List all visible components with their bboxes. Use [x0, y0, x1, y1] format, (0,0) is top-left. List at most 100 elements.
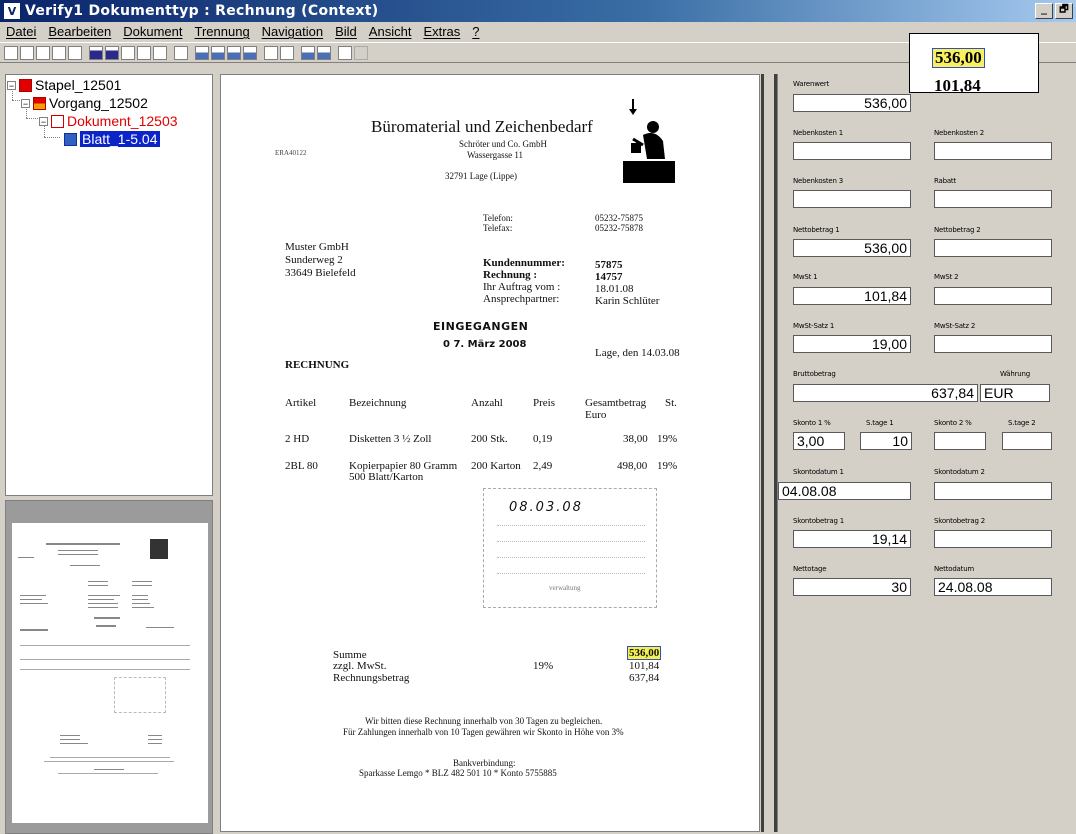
doc-stamp-date: 0 7. März 2008 — [443, 339, 527, 350]
input-netto1[interactable]: 536,00 — [793, 239, 911, 257]
input-mwst2[interactable] — [934, 287, 1052, 305]
toolbar-doc-icon[interactable] — [121, 45, 135, 60]
toolbar-arrow-icon[interactable] — [354, 45, 368, 60]
tree-node-blatt[interactable]: Blatt_1-5.04 — [64, 131, 160, 147]
toolbar-layout1-icon[interactable] — [264, 45, 278, 60]
toolbar-list-icon[interactable] — [20, 45, 34, 60]
doc-footer-2: Für Zahlungen innerhalb von 10 Tagen gew… — [343, 727, 624, 737]
doc-mwst-pct: 19% — [533, 660, 554, 672]
input-nebenkosten2[interactable] — [934, 142, 1052, 160]
label-skontodatum1: Skontodatum 1 — [793, 468, 844, 476]
window-title: Verify1 Dokumenttyp : Rechnung (Context) — [25, 3, 379, 19]
toolbar-copy-icon[interactable] — [89, 45, 103, 60]
input-nettodatum[interactable]: 24.08.08 — [934, 578, 1052, 596]
doc-bank-label: Bankverbindung: — [453, 758, 516, 768]
input-brutto[interactable]: 637,84 — [793, 384, 978, 402]
toolbar-layout2-icon[interactable] — [280, 45, 294, 60]
toolbar-scan-icon[interactable] — [338, 45, 352, 60]
menu-bild[interactable]: Bild — [329, 24, 363, 39]
label-nettodatum: Nettodatum — [934, 565, 975, 573]
menu-navigation[interactable]: Navigation — [256, 24, 329, 39]
doc-row1-st: 19% — [657, 433, 678, 445]
input-nebenkosten3[interactable] — [793, 190, 911, 208]
label-nettotage: Nettotage — [793, 565, 827, 573]
input-mwstsatz2[interactable] — [934, 335, 1052, 353]
toolbar-view1-icon[interactable] — [301, 45, 315, 60]
toolbar-doc3-icon[interactable] — [153, 45, 167, 60]
input-skontodatum2[interactable] — [934, 482, 1052, 500]
folder-icon — [33, 96, 46, 110]
input-nebenkosten1[interactable] — [793, 142, 911, 160]
doc-telefon-label: Telefon: — [483, 213, 513, 223]
menu-datei[interactable]: Datei — [0, 24, 42, 39]
doc-row1-bez: Disketten 3 ½ Zoll — [349, 433, 432, 445]
input-mwst1[interactable]: 101,84 — [793, 287, 911, 305]
toolbar-view2-icon[interactable] — [317, 45, 331, 60]
tree-node-dokument[interactable]: − Dokument_12503 — [39, 113, 178, 129]
input-skontobetrag2[interactable] — [934, 530, 1052, 548]
menu-ansicht[interactable]: Ansicht — [363, 24, 418, 39]
doc-footer-1: Wir bitten diese Rechnung innerhalb von … — [365, 716, 603, 726]
splitter-line — [761, 74, 764, 832]
input-warenwert[interactable]: 536,00 — [793, 94, 911, 112]
doc-row1-artikel: 2 HD — [285, 433, 310, 445]
label-brutto: Bruttobetrag — [793, 370, 836, 378]
toolbar-frame-icon[interactable] — [174, 45, 188, 60]
collapse-icon[interactable]: − — [7, 80, 16, 90]
minimize-button[interactable]: _ — [1035, 3, 1053, 19]
toolbar-fit-width-icon[interactable] — [243, 45, 257, 60]
label-skontodatum2: Skontodatum 2 — [934, 468, 985, 476]
tree-label-stapel: Stapel_12501 — [35, 77, 122, 93]
zoom-value: 536,00 — [932, 48, 985, 68]
input-skonto2[interactable] — [934, 432, 986, 450]
collapse-icon[interactable]: − — [39, 116, 48, 126]
page-thumbnail[interactable] — [12, 523, 208, 823]
tree-node-vorgang[interactable]: − Vorgang_12502 — [21, 95, 148, 111]
input-waehrung[interactable]: EUR — [980, 384, 1050, 402]
menu-help[interactable]: ? — [466, 24, 485, 39]
restore-button[interactable]: 🗗 — [1055, 3, 1073, 19]
doc-row2-preis: 2,49 — [533, 460, 553, 472]
tree-node-stapel[interactable]: − Stapel_12501 — [7, 77, 121, 93]
menu-dokument[interactable]: Dokument — [117, 24, 188, 39]
zoom-preview: 536,00 101,84 — [909, 33, 1039, 93]
input-netto2[interactable] — [934, 239, 1052, 257]
toolbar-doc2-icon[interactable] — [137, 45, 151, 60]
toolbar-split-icon[interactable] — [36, 45, 50, 60]
index-form: Warenwert 536,00 Nebenkosten 1 Nebenkost… — [777, 74, 1076, 832]
input-skontobetrag1[interactable]: 19,14 — [793, 530, 911, 548]
toolbar-page-icon[interactable] — [4, 45, 18, 60]
menu-bearbeiten[interactable]: Bearbeiten — [42, 24, 117, 39]
input-skonto1[interactable]: 3,00 — [793, 432, 845, 450]
doc-col-preis: Preis — [533, 397, 555, 409]
menu-extras[interactable]: Extras — [417, 24, 466, 39]
doc-kunde: 57875 — [595, 259, 623, 271]
doc-recipient-1: Muster GmbH — [285, 241, 349, 253]
doc-city: 32791 Lage (Lippe) — [445, 171, 517, 181]
toolbar-merge-icon[interactable] — [52, 45, 66, 60]
title-bar: V Verify1 Dokumenttyp : Rechnung (Contex… — [0, 0, 1076, 22]
doc-col-artikel: Artikel — [285, 397, 317, 409]
menu-trennung[interactable]: Trennung — [189, 24, 256, 39]
input-rabatt[interactable] — [934, 190, 1052, 208]
doc-company: Büromaterial und Zeichenbedarf — [371, 117, 593, 136]
input-mwstsatz1[interactable]: 19,00 — [793, 335, 911, 353]
toolbar-zoom-out-icon[interactable] — [211, 45, 225, 60]
collapse-icon[interactable]: − — [21, 98, 30, 108]
doc-mwst: 101,84 — [629, 660, 660, 672]
input-stage1[interactable]: 10 — [860, 432, 912, 450]
doc-row2-anzahl: 200 Karton — [471, 460, 521, 472]
document-view[interactable]: Büromaterial und Zeichenbedarf Schröter … — [220, 74, 760, 832]
input-nettotage[interactable]: 30 — [793, 578, 911, 596]
doc-ansprech: Karin Schlüter — [595, 295, 660, 307]
input-stage2[interactable] — [1002, 432, 1052, 450]
label-netto2: Nettobetrag 2 — [934, 226, 981, 234]
label-mwstsatz2: MwSt-Satz 2 — [934, 322, 976, 330]
input-skontodatum1[interactable]: 04.08.08 — [778, 482, 911, 500]
toolbar-paste-icon[interactable] — [105, 45, 119, 60]
toolbar-fit-icon[interactable] — [227, 45, 241, 60]
toolbar-zoom-in-icon[interactable] — [195, 45, 209, 60]
app-icon[interactable]: V — [3, 2, 21, 20]
toolbar-sheet-icon[interactable] — [68, 45, 82, 60]
doc-summe-highlight[interactable]: 536,00 — [627, 646, 662, 660]
